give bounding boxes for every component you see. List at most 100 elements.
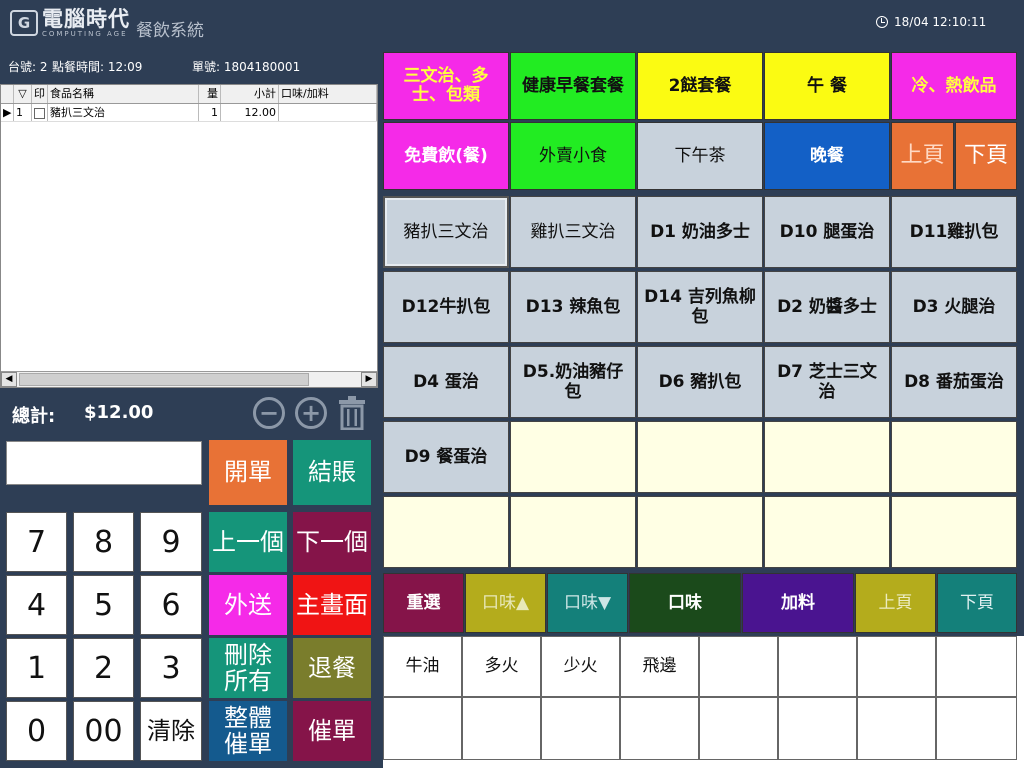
empty-flavor-slot[interactable] xyxy=(541,697,620,760)
scroll-right-icon[interactable]: ▶ xyxy=(361,372,377,387)
key-3[interactable]: 3 xyxy=(140,638,202,698)
flavor-option[interactable]: 牛油 xyxy=(383,636,462,697)
menu-item[interactable]: D2 奶醬多士 xyxy=(764,271,890,343)
key-9[interactable]: 9 xyxy=(140,512,202,572)
horizontal-scrollbar[interactable]: ◀ ▶ xyxy=(1,371,377,387)
empty-item-slot[interactable] xyxy=(891,421,1017,493)
option-next-page-button[interactable]: 下頁 xyxy=(937,573,1017,633)
menu-item[interactable]: D9 餐蛋治 xyxy=(383,421,509,493)
menu-item[interactable]: D6 豬扒包 xyxy=(637,346,763,418)
flavor-option[interactable]: 多火 xyxy=(462,636,541,697)
rush-order-button[interactable]: 催單 xyxy=(293,701,371,761)
checkout-button[interactable]: 結賬 xyxy=(293,440,371,505)
category-sandwich[interactable]: 三文治、多士、包類 xyxy=(383,52,509,120)
menu-item[interactable]: D1 奶油多士 xyxy=(637,196,763,268)
open-order-button[interactable]: 開單 xyxy=(209,440,287,505)
category-breakfast-set[interactable]: 健康早餐套餐 xyxy=(510,52,636,120)
category-next-page-button[interactable]: 下頁 xyxy=(955,122,1017,190)
menu-item[interactable]: D11雞扒包 xyxy=(891,196,1017,268)
empty-flavor-slot[interactable] xyxy=(936,636,1017,697)
key-0[interactable]: 0 xyxy=(6,701,67,761)
key-7[interactable]: 7 xyxy=(6,512,67,572)
menu-item[interactable]: D5.奶油豬仔包 xyxy=(510,346,636,418)
quantity-input[interactable] xyxy=(6,441,202,485)
menu-item[interactable]: D13 辣魚包 xyxy=(510,271,636,343)
trash-icon[interactable] xyxy=(337,396,367,431)
print-checkbox[interactable] xyxy=(32,104,48,121)
key-4[interactable]: 4 xyxy=(6,575,67,635)
table-row[interactable]: ▶ 1 豬扒三文治 1 12.00 xyxy=(1,104,377,122)
empty-flavor-slot[interactable] xyxy=(699,697,778,760)
empty-item-slot[interactable] xyxy=(383,496,509,568)
clock-icon xyxy=(876,16,888,28)
order-items-grid[interactable]: ▽ 印 食品名稱 量 小計 口味/加料 ▶ 1 豬扒三文治 1 12.00 ◀ … xyxy=(0,84,378,388)
plus-circle-icon[interactable]: + xyxy=(295,397,327,429)
system-name: 餐飲系統 xyxy=(136,20,204,41)
menu-item[interactable]: D14 吉列魚柳包 xyxy=(637,271,763,343)
next-item-button[interactable]: 下一個 xyxy=(293,512,371,572)
empty-item-slot[interactable] xyxy=(764,496,890,568)
menu-item[interactable]: D10 腿蛋治 xyxy=(764,196,890,268)
category-prev-page-button[interactable]: 上頁 xyxy=(891,122,954,190)
empty-flavor-slot[interactable] xyxy=(778,697,857,760)
empty-item-slot[interactable] xyxy=(891,496,1017,568)
grid-header-name: 食品名稱 xyxy=(48,85,199,103)
category-two-dish-set[interactable]: 2餸套餐 xyxy=(637,52,763,120)
key-8[interactable]: 8 xyxy=(73,512,134,572)
menu-item[interactable]: D3 火腿治 xyxy=(891,271,1017,343)
key-5[interactable]: 5 xyxy=(73,575,134,635)
flavor-tab[interactable]: 口味 xyxy=(629,573,741,633)
logo-english-text: COMPUTING AGE xyxy=(42,29,128,38)
category-lunch[interactable]: 午 餐 xyxy=(764,52,890,120)
delete-all-button[interactable]: 刪除所有 xyxy=(209,638,287,698)
empty-item-slot[interactable] xyxy=(510,496,636,568)
category-dinner[interactable]: 晚餐 xyxy=(764,122,890,190)
empty-item-slot[interactable] xyxy=(764,421,890,493)
key-6[interactable]: 6 xyxy=(140,575,202,635)
menu-item[interactable]: D7 芝士三文治 xyxy=(764,346,890,418)
flavor-up-button[interactable]: 口味▲ xyxy=(465,573,546,633)
option-prev-page-button[interactable]: 上頁 xyxy=(855,573,936,633)
rush-all-button[interactable]: 整體催單 xyxy=(209,701,287,761)
minus-circle-icon[interactable]: − xyxy=(253,397,285,429)
addon-tab[interactable]: 加料 xyxy=(742,573,854,633)
empty-flavor-slot[interactable] xyxy=(699,636,778,697)
previous-item-button[interactable]: 上一個 xyxy=(209,512,287,572)
grid-header-sort[interactable]: ▽ xyxy=(14,85,32,103)
key-00[interactable]: 00 xyxy=(73,701,134,761)
menu-item[interactable]: D12牛扒包 xyxy=(383,271,509,343)
empty-item-slot[interactable] xyxy=(510,421,636,493)
app-logo: G 電腦時代 COMPUTING AGE 餐飲系統 xyxy=(10,8,204,41)
empty-flavor-slot[interactable] xyxy=(383,697,462,760)
flavor-option[interactable]: 少火 xyxy=(541,636,620,697)
void-item-button[interactable]: 退餐 xyxy=(293,638,371,698)
empty-item-slot[interactable] xyxy=(637,496,763,568)
empty-flavor-slot[interactable] xyxy=(936,697,1017,760)
empty-flavor-slot[interactable] xyxy=(857,636,936,697)
category-free-drink[interactable]: 免費飲(餐) xyxy=(383,122,509,190)
clear-button[interactable]: 清除 xyxy=(140,701,202,761)
category-drinks[interactable]: 冷、熱飲品 xyxy=(891,52,1017,120)
menu-item[interactable]: 雞扒三文治 xyxy=(510,196,636,268)
menu-item[interactable]: D4 蛋治 xyxy=(383,346,509,418)
flavor-down-button[interactable]: 口味▼ xyxy=(547,573,628,633)
scroll-left-icon[interactable]: ◀ xyxy=(1,372,17,387)
menu-item[interactable]: 豬扒三文治 xyxy=(383,196,509,268)
delivery-button[interactable]: 外送 xyxy=(209,575,287,635)
empty-item-slot[interactable] xyxy=(637,421,763,493)
reselect-button[interactable]: 重選 xyxy=(383,573,464,633)
scroll-thumb[interactable] xyxy=(19,373,309,386)
menu-item[interactable]: D8 番茄蛋治 xyxy=(891,346,1017,418)
total-value: $12.00 xyxy=(84,402,154,423)
flavor-option[interactable]: 飛邊 xyxy=(620,636,699,697)
table-number: 台號: 2 xyxy=(8,60,48,74)
empty-flavor-slot[interactable] xyxy=(620,697,699,760)
category-afternoon-tea[interactable]: 下午茶 xyxy=(637,122,763,190)
main-screen-button[interactable]: 主畫面 xyxy=(293,575,371,635)
empty-flavor-slot[interactable] xyxy=(857,697,936,760)
empty-flavor-slot[interactable] xyxy=(462,697,541,760)
key-1[interactable]: 1 xyxy=(6,638,67,698)
category-takeaway-snack[interactable]: 外賣小食 xyxy=(510,122,636,190)
key-2[interactable]: 2 xyxy=(73,638,134,698)
empty-flavor-slot[interactable] xyxy=(778,636,857,697)
